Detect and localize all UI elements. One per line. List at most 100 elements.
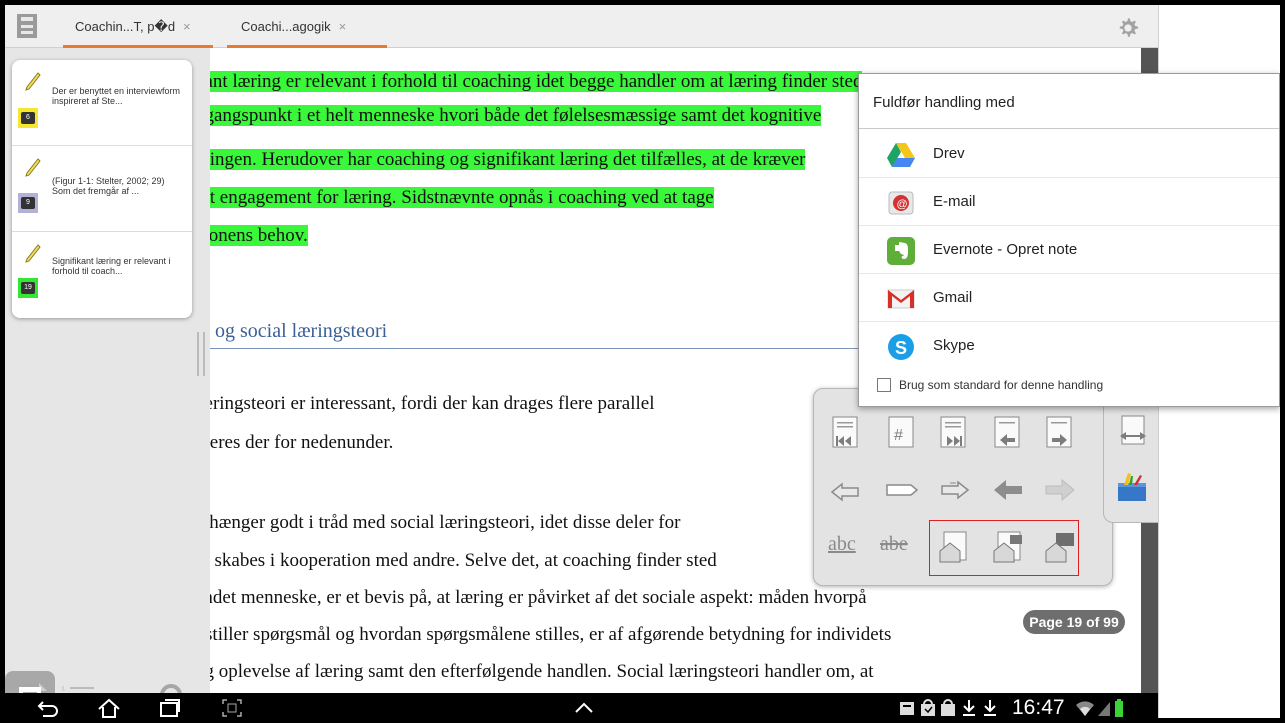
tab-label: Coachi...agogik [241, 19, 331, 34]
home-icon[interactable] [97, 697, 121, 718]
pencil-icon [25, 72, 41, 91]
page-indicator: Page 19 of 99 [1023, 610, 1125, 634]
dialog-divider [859, 128, 1279, 129]
arrow-left-icon[interactable] [990, 472, 1026, 508]
download-icon [984, 700, 996, 716]
text-line: eringen. Herudover har coaching og signi… [195, 149, 806, 170]
text-line: kant læring er relevant i forhold til co… [195, 71, 863, 92]
first-page-icon[interactable] [828, 414, 864, 450]
share-option-label: Evernote - Opret note [933, 241, 1078, 258]
forward-history-icon[interactable] [936, 472, 972, 508]
pencil-icon [25, 244, 41, 263]
share-option-label: E-mail [933, 193, 976, 210]
app-menu-icon[interactable] [17, 14, 37, 38]
gear-icon[interactable] [1117, 17, 1139, 39]
evernote-icon [887, 237, 915, 265]
skype-icon: S [888, 334, 914, 360]
svg-text:S: S [895, 338, 907, 358]
download-icon [963, 700, 975, 716]
annotation-color-swatch: 9 [18, 193, 38, 213]
text-line: andet menneske, er et bevis på, at lærin… [195, 587, 867, 608]
battery-icon [1115, 699, 1123, 717]
default-checkbox-label: Brug som standard for denne handling [899, 378, 1104, 392]
annotation-text: Der er benyttet en interviewform inspire… [52, 86, 181, 106]
text-line: er skabes i kooperation med andre. Selve… [195, 550, 717, 571]
tab-close-icon[interactable]: × [183, 19, 191, 34]
annotation-text: Signifikant læring er relevant i forhold… [52, 256, 171, 276]
bag-icon [941, 699, 955, 716]
page-number-badge: 19 [21, 282, 35, 294]
share-option-label: Drev [933, 145, 965, 162]
bag-icon [921, 699, 935, 716]
annotation-color-swatch: 19 [18, 278, 38, 298]
screenshot-icon[interactable] [220, 697, 244, 718]
reply-comment-icon[interactable] [1042, 529, 1078, 565]
tab-close-icon[interactable]: × [339, 19, 347, 34]
next-page-icon[interactable] [1042, 414, 1078, 450]
underline-tool[interactable]: abc [828, 533, 856, 556]
text-line: i stiller spørgsmål og hvordan spørgsmål… [195, 624, 892, 645]
text-line: rsonens behov. [195, 225, 308, 246]
heading-divider [200, 348, 870, 349]
svg-text:#: # [894, 427, 903, 444]
add-comment-icon[interactable] [990, 529, 1026, 565]
drive-icon [887, 143, 915, 167]
complete-action-dialog: Fuldfør handling med Drev @ E-mail Evern… [858, 73, 1280, 407]
annotation-text: (Figur 1-1: Stelter, 2002; 29) Som det f… [52, 176, 165, 196]
pencil-icon [25, 158, 41, 177]
dialog-title: Fuldfør handling med [873, 94, 1015, 111]
recent-apps-icon[interactable] [158, 697, 182, 718]
annotation-item[interactable]: (Figur 1-1: Stelter, 2002; 29) Som det f… [12, 146, 192, 232]
toolbox-icon[interactable] [1114, 469, 1150, 505]
tab-document-1[interactable]: Coachin...T, p�d × [63, 5, 213, 48]
annotation-toolbar: # abc abe [813, 388, 1113, 586]
section-heading: g og social læringsteori [200, 320, 388, 342]
back-icon[interactable] [35, 697, 59, 718]
share-option-email[interactable]: @ E-mail [859, 178, 1279, 226]
page-number-badge: 9 [21, 197, 35, 209]
share-option-drev[interactable]: Drev [859, 130, 1279, 178]
goto-page-icon[interactable]: # [884, 414, 920, 450]
tab-label: Coachin...T, p�d [75, 19, 176, 34]
page-number-badge: 6 [21, 112, 35, 124]
fit-width-icon[interactable] [1118, 414, 1148, 450]
share-option-label: Gmail [933, 289, 973, 306]
annotation-color-swatch: 6 [18, 108, 38, 128]
chevron-up-icon[interactable] [572, 697, 596, 718]
notification-icon [900, 702, 914, 715]
annotation-item[interactable]: Der er benyttet en interviewform inspire… [12, 60, 192, 146]
share-option-evernote[interactable]: Evernote - Opret note [859, 226, 1279, 274]
text-line: og oplevelse af læring samt den efterføl… [195, 661, 874, 682]
back-history-icon[interactable] [828, 472, 864, 508]
left-sidebar: Der er benyttet en interviewform inspire… [5, 48, 210, 718]
share-option-skype[interactable]: S Skype [859, 322, 1279, 370]
clock: 16:47 [1012, 696, 1065, 718]
strikethrough-tool[interactable]: abe [880, 533, 908, 556]
annotation-item[interactable]: Signifikant læring er relevant i forhold… [12, 232, 192, 318]
last-page-icon[interactable] [936, 414, 972, 450]
arrow-right-icon[interactable] [1042, 472, 1078, 508]
annotations-list: Der er benyttet en interviewform inspire… [12, 60, 192, 318]
tab-document-2[interactable]: Coachi...agogik × [227, 5, 387, 48]
share-option-label: Skype [933, 337, 975, 354]
text-line: dgangspunkt i et helt menneske hvori båd… [195, 105, 822, 126]
wifi-icon [1076, 701, 1094, 716]
tab-bar: Coachin...T, p�d × Coachi...agogik × [5, 5, 1158, 48]
signal-icon [1098, 702, 1110, 716]
text-line: læringsteori er interessant, fordi der k… [195, 393, 655, 414]
note-attach-icon[interactable] [936, 529, 972, 565]
svg-text:I.: I. [62, 686, 66, 693]
default-checkbox[interactable] [877, 378, 891, 392]
previous-page-icon[interactable] [990, 414, 1026, 450]
system-navigation-bar: 16:47 [5, 693, 1158, 718]
text-line: g hænger godt i tråd med social læringst… [195, 512, 681, 533]
share-option-gmail[interactable]: Gmail [859, 274, 1279, 322]
text-line: nteres der for nedenunder. [195, 432, 394, 453]
sidebar-resize-handle[interactable] [197, 332, 205, 376]
arrow-outline-icon[interactable] [884, 472, 920, 508]
svg-text:@: @ [897, 199, 908, 211]
toolbar-side-panel [1103, 388, 1158, 523]
gmail-icon [887, 289, 915, 309]
default-action-option[interactable]: Brug som standard for denne handling [877, 376, 1277, 396]
email-icon: @ [888, 191, 914, 215]
